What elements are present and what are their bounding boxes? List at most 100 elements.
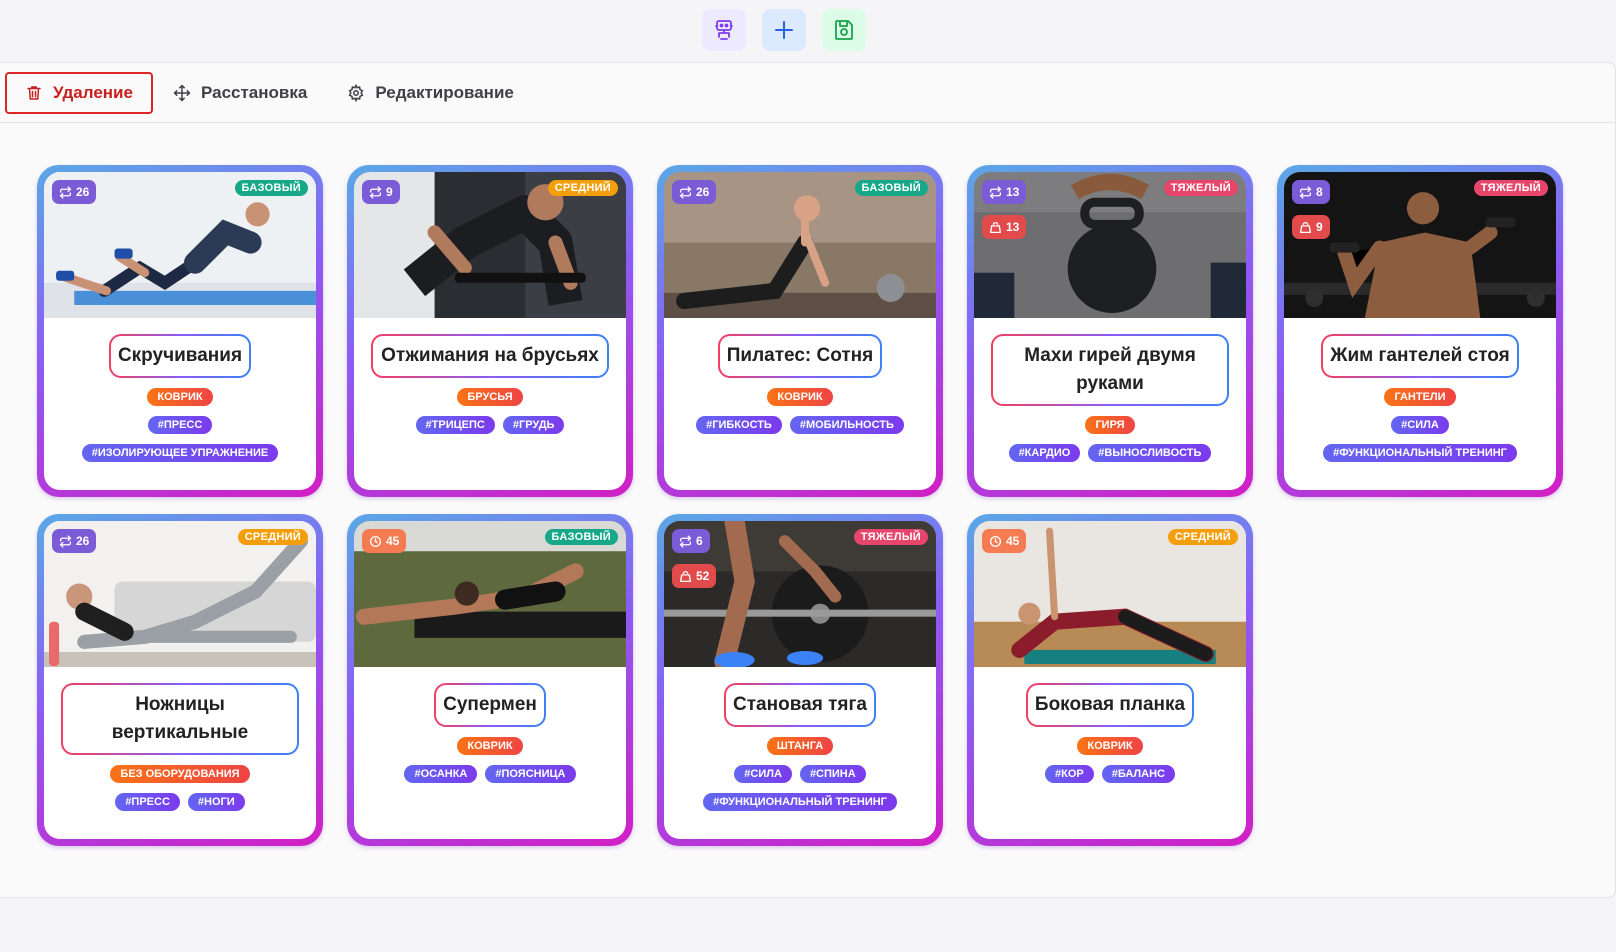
exercise-title: Отжимания на брусьях <box>371 334 609 378</box>
hashtag: #МОБИЛЬНОСТЬ <box>789 416 904 434</box>
equipment-tag: БЕЗ ОБОРУДОВАНИЯ <box>110 765 250 783</box>
hashtag: #НОГИ <box>187 793 245 811</box>
delete-mode-button[interactable]: Удаление <box>5 71 153 114</box>
equipment-tag: КОВРИК <box>147 388 213 406</box>
clock-icon <box>369 535 382 547</box>
weight-icon <box>679 570 692 582</box>
exercise-card[interactable]: БАЗОВЫЙ 26 Скручивания КОВРИК #ПРЕСС #ИЗ… <box>37 165 323 497</box>
reps-badge: 13 <box>982 180 1027 204</box>
level-badge: БАЗОВЫЙ <box>854 180 928 196</box>
exercise-title: Пилатес: Сотня <box>718 334 883 378</box>
equipment-tag: БРУСЬЯ <box>457 388 523 406</box>
top-toolbar <box>0 9 1616 51</box>
hashtag: #ТРИЦЕПС <box>415 416 495 434</box>
robot-icon <box>715 20 733 40</box>
plus-icon <box>775 21 793 39</box>
move-icon <box>173 84 191 101</box>
weight-badge: 13 <box>982 215 1027 239</box>
exercise-card[interactable]: СРЕДНИЙ 45 Боковая планка КОВРИК #КОР #Б… <box>967 514 1253 846</box>
equipment-tag: КОВРИК <box>1077 737 1143 755</box>
exercise-title: Жим гантелей стоя <box>1321 334 1518 378</box>
equipment-tag: КОВРИК <box>457 737 523 755</box>
exercise-card[interactable]: ТЯЖЕЛЫЙ 6 52 Становая тяга ШТАНГА #СИЛА … <box>657 514 943 846</box>
exercise-photo: ТЯЖЕЛЫЙ 13 13 <box>974 172 1246 318</box>
exercise-card[interactable]: БАЗОВЫЙ 45 Супермен КОВРИК #ОСАНКА #ПОЯС… <box>347 514 633 846</box>
level-badge: ТЯЖЕЛЫЙ <box>1163 180 1238 196</box>
reps-badge: 26 <box>52 529 97 553</box>
equipment-tag: КОВРИК <box>767 388 833 406</box>
exercise-photo: СРЕДНИЙ 9 <box>354 172 626 318</box>
delete-mode-label: Удаление <box>53 82 133 102</box>
arrange-mode-label: Расстановка <box>201 82 308 102</box>
clock-icon <box>989 535 1002 547</box>
exercise-photo: ТЯЖЕЛЫЙ 6 52 <box>664 521 936 667</box>
level-badge: ТЯЖЕЛЫЙ <box>1473 180 1548 196</box>
exercise-title: Махи гирей двумя руками <box>991 334 1229 406</box>
hashtag: #ПОЯСНИЦА <box>485 765 576 783</box>
exercise-photo: ТЯЖЕЛЫЙ 8 9 <box>1284 172 1556 318</box>
level-badge: БАЗОВЫЙ <box>544 529 618 545</box>
reps-badge: 8 <box>1292 180 1330 204</box>
exercise-card[interactable]: ТЯЖЕЛЫЙ 13 13 Махи гирей двумя руками ГИ… <box>967 165 1253 497</box>
weight-badge: 52 <box>672 564 717 588</box>
repeat-icon <box>679 534 692 548</box>
exercise-card[interactable]: СРЕДНИЙ 26 Ножницы вертикальные БЕЗ ОБОР… <box>37 514 323 846</box>
level-badge: СРЕДНИЙ <box>237 529 308 545</box>
hashtag: #БАЛАНС <box>1101 765 1175 783</box>
time-badge: 45 <box>982 529 1027 553</box>
repeat-icon <box>679 185 692 199</box>
equipment-tag: ГАНТЕЛИ <box>1384 388 1456 406</box>
exercise-photo: БАЗОВЫЙ 45 <box>354 521 626 667</box>
level-badge: СРЕДНИЙ <box>547 180 618 196</box>
hashtag: #ОСАНКА <box>404 765 478 783</box>
save-icon <box>835 20 853 40</box>
hashtag: #ВЫНОСЛИВОСТЬ <box>1088 444 1212 462</box>
exercise-card[interactable]: ТЯЖЕЛЫЙ 8 9 Жим гантелей стоя ГАНТЕЛИ #С… <box>1277 165 1563 497</box>
gear-icon <box>348 83 364 102</box>
hashtag: #ГИБКОСТЬ <box>696 416 782 434</box>
equipment-tag: ГИРЯ <box>1085 416 1135 434</box>
save-button[interactable] <box>822 9 866 51</box>
exercise-card[interactable]: БАЗОВЫЙ 26 Пилатес: Сотня КОВРИК #ГИБКОС… <box>657 165 943 497</box>
hashtag: #ФУНКЦИОНАЛЬНЫЙ ТРЕНИНГ <box>1323 444 1517 462</box>
repeat-icon <box>59 534 72 548</box>
hashtag: #СПИНА <box>799 765 866 783</box>
repeat-icon <box>989 185 1002 199</box>
level-badge: ТЯЖЕЛЫЙ <box>853 529 928 545</box>
hashtag: #ПРЕСС <box>147 416 213 434</box>
edit-mode-label: Редактирование <box>375 82 514 102</box>
reps-badge: 6 <box>672 529 710 553</box>
exercise-grid: БАЗОВЫЙ 26 Скручивания КОВРИК #ПРЕСС #ИЗ… <box>37 165 1563 846</box>
exercise-photo: БАЗОВЫЙ 26 <box>664 172 936 318</box>
mode-bar: Удаление Расстановка Редактирование <box>0 63 1615 123</box>
reps-badge: 9 <box>362 180 400 204</box>
edit-mode-button[interactable]: Редактирование <box>327 72 534 114</box>
exercise-card[interactable]: СРЕДНИЙ 9 Отжимания на брусьях БРУСЬЯ #Т… <box>347 165 633 497</box>
add-button[interactable] <box>762 9 806 51</box>
repeat-icon <box>369 185 382 199</box>
weight-badge: 9 <box>1292 215 1330 239</box>
robot-button[interactable] <box>702 9 746 51</box>
exercise-title: Ножницы вертикальные <box>61 683 299 755</box>
hashtag: #ГРУДЬ <box>502 416 565 434</box>
exercise-photo: СРЕДНИЙ 26 <box>44 521 316 667</box>
exercise-title: Боковая планка <box>1026 683 1194 727</box>
hashtag: #ПРЕСС <box>115 793 180 811</box>
arrange-mode-button[interactable]: Расстановка <box>153 72 327 114</box>
hashtag: #КОР <box>1045 765 1094 783</box>
exercise-title: Супермен <box>434 683 546 727</box>
exercise-title: Становая тяга <box>724 683 876 727</box>
exercise-photo: СРЕДНИЙ 45 <box>974 521 1246 667</box>
exercise-photo: БАЗОВЫЙ 26 <box>44 172 316 318</box>
repeat-icon <box>1299 185 1312 199</box>
exercise-panel: Удаление Расстановка Редактирование БАЗО… <box>0 62 1616 898</box>
hashtag: #ФУНКЦИОНАЛЬНЫЙ ТРЕНИНГ <box>703 793 897 811</box>
equipment-tag: ШТАНГА <box>766 737 834 755</box>
time-badge: 45 <box>362 529 407 553</box>
weight-icon <box>989 221 1002 233</box>
hashtag: #ИЗОЛИРУЮЩЕЕ УПРАЖНЕНИЕ <box>81 444 279 462</box>
reps-badge: 26 <box>52 180 97 204</box>
hashtag: #СИЛА <box>734 765 792 783</box>
trash-icon <box>27 85 41 100</box>
level-badge: СРЕДНИЙ <box>1167 529 1238 545</box>
